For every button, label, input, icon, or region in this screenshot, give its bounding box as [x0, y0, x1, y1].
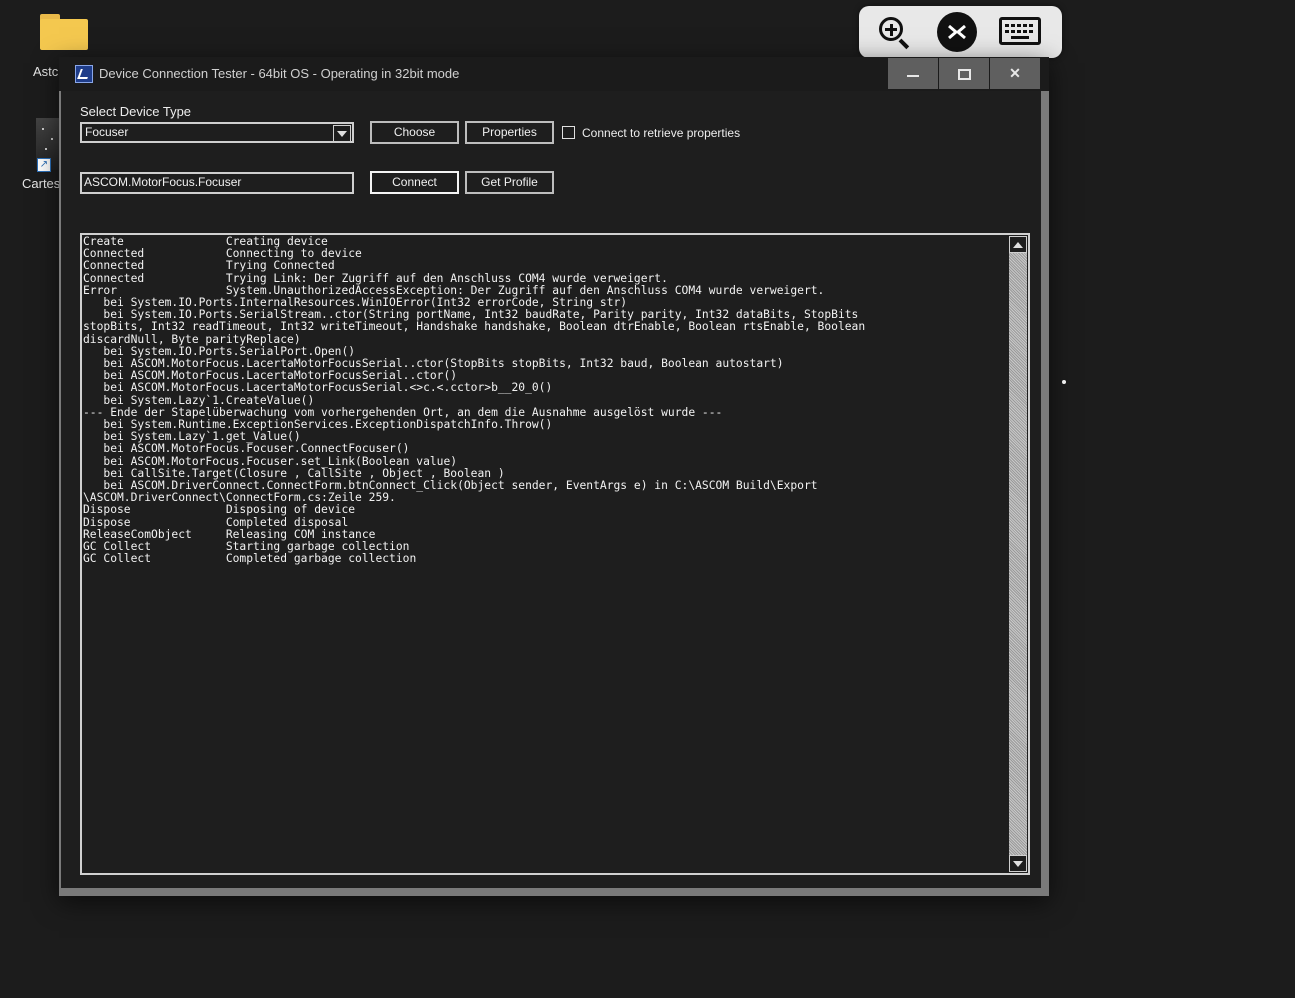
desktop-icon-label[interactable]: Astc — [33, 64, 58, 79]
mouse-cursor — [1062, 380, 1066, 384]
close-button[interactable]: ✕ — [990, 58, 1040, 89]
desktop-icon-label[interactable]: Cartes — [22, 176, 60, 191]
maximize-icon — [957, 68, 971, 80]
remote-desktop-icon[interactable] — [937, 12, 977, 52]
connect-properties-label[interactable]: Connect to retrieve properties — [582, 126, 740, 140]
minimize-icon — [907, 75, 919, 78]
shortcut-arrow-icon: ↗ — [37, 158, 51, 172]
maximize-button[interactable] — [939, 58, 989, 89]
log-text[interactable]: Create Creating device Connected Connect… — [83, 236, 1009, 872]
output-log-textbox[interactable]: Create Creating device Connected Connect… — [80, 233, 1030, 875]
connect-button[interactable]: Connect — [370, 171, 459, 194]
title-bar[interactable]: Device Connection Tester - 64bit OS - Op… — [59, 57, 1049, 91]
chevron-down-icon[interactable] — [333, 125, 351, 142]
properties-button[interactable]: Properties — [465, 121, 554, 144]
zoom-in-icon[interactable] — [877, 15, 911, 50]
vertical-scrollbar[interactable] — [1009, 236, 1027, 872]
device-type-value: Focuser — [85, 125, 129, 139]
ascom-app-icon — [75, 65, 93, 83]
keyboard-icon[interactable] — [999, 17, 1041, 47]
device-type-label: Select Device Type — [80, 104, 192, 119]
get-profile-button[interactable]: Get Profile — [465, 171, 554, 194]
device-type-dropdown[interactable]: Focuser — [80, 122, 354, 143]
remote-desktop-toolbar — [859, 6, 1062, 58]
scroll-down-icon[interactable] — [1009, 855, 1027, 872]
minimize-button[interactable] — [888, 58, 938, 89]
folder-icon[interactable] — [40, 14, 88, 50]
form-client-area: Select Device Type Focuser Choose Proper… — [61, 91, 1041, 888]
scroll-up-icon[interactable] — [1009, 236, 1027, 253]
window-title: Device Connection Tester - 64bit OS - Op… — [99, 66, 460, 81]
driver-id-field[interactable]: ASCOM.MotorFocus.Focuser — [80, 172, 354, 194]
choose-button[interactable]: Choose — [370, 121, 459, 144]
close-icon: ✕ — [1009, 65, 1021, 81]
device-connection-tester-window: Device Connection Tester - 64bit OS - Op… — [59, 57, 1049, 896]
connect-properties-checkbox[interactable] — [562, 126, 575, 139]
